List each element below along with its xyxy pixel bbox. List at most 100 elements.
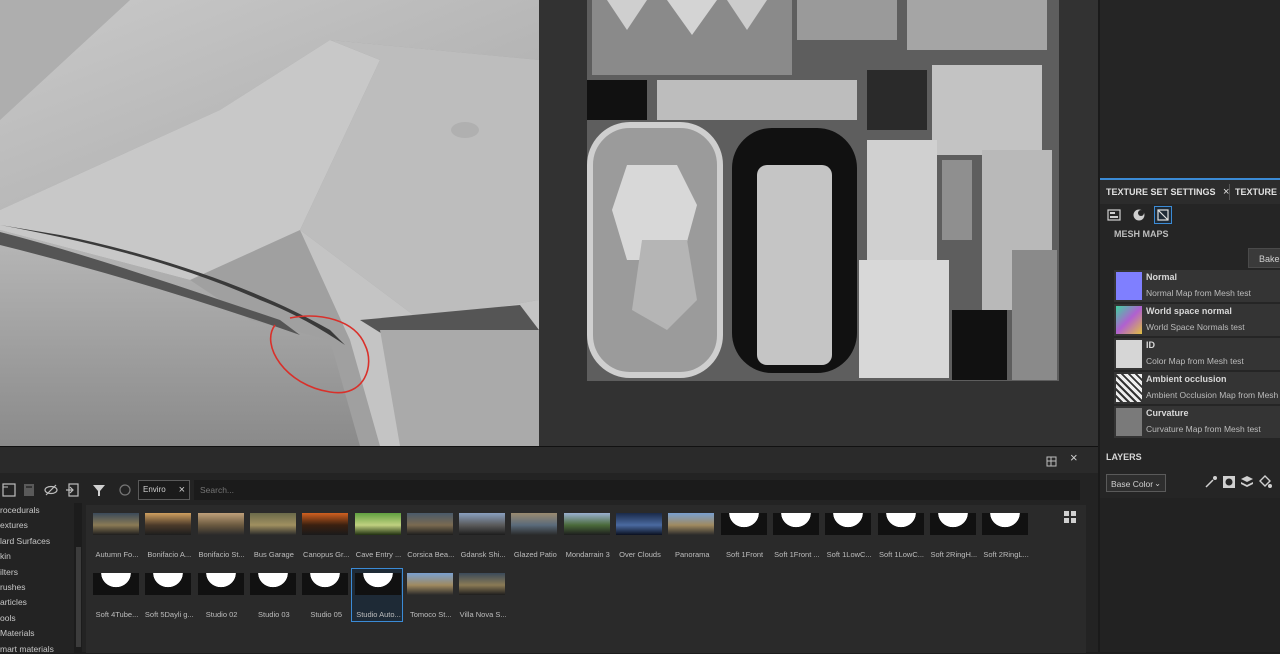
shelf-category-item[interactable]: ools (0, 613, 16, 623)
asset-tile[interactable]: Canopus Gr... (299, 509, 349, 561)
asset-thumbnail (616, 513, 662, 535)
mesh-map-description: Ambient Occlusion Map from Mesh tes (1146, 390, 1280, 400)
filter-icon[interactable] (92, 483, 106, 497)
layers-list[interactable] (1100, 498, 1280, 652)
asset-thumbnail (982, 513, 1029, 535)
shelf-category-item[interactable]: lard Surfaces (0, 536, 50, 546)
shelf-category-item[interactable]: rocedurals (0, 505, 40, 515)
tab-texture-set-list[interactable]: TEXTURE S (1235, 180, 1280, 204)
normal-map-thumbnail (1116, 272, 1142, 300)
asset-thumbnail (563, 513, 610, 535)
asset-tile[interactable]: Soft 4Tube... (90, 569, 140, 621)
add-layer-icon[interactable] (1240, 475, 1254, 494)
asset-tile[interactable]: Soft 1LowC... (822, 509, 872, 561)
shelf-search-field[interactable] (194, 480, 1080, 500)
tab-label: TEXTURE SET SETTINGS (1106, 187, 1216, 197)
asset-tile[interactable]: Studio 05 (299, 569, 349, 621)
asset-thumbnail (249, 573, 296, 595)
asset-thumbnail (354, 513, 401, 535)
asset-tile[interactable]: Soft 1Front (718, 509, 768, 561)
mesh-map-id[interactable]: ID Color Map from Mesh test (1114, 338, 1280, 370)
asset-thumbnail (825, 513, 872, 535)
asset-label: Soft 2RingH... (930, 550, 978, 559)
maximize-icon[interactable] (1046, 454, 1057, 472)
add-effect-icon[interactable] (1204, 475, 1218, 494)
asset-label: Corsica Bea... (407, 550, 455, 559)
asset-tile[interactable]: Gdansk Shi... (456, 509, 506, 561)
tab-label: TEXTURE S (1235, 187, 1280, 197)
mesh-map-description: Curvature Map from Mesh test (1146, 424, 1261, 434)
asset-tile[interactable]: Cave Entry ... (352, 509, 402, 561)
mesh-map-curvature[interactable]: Curvature Curvature Map from Mesh test (1114, 406, 1280, 438)
shelf-category-item[interactable]: rushes (0, 582, 26, 592)
mesh-maps-icon[interactable] (1154, 206, 1172, 224)
asset-label: Canopus Gr... (303, 550, 350, 559)
reset-filter-icon[interactable] (118, 483, 132, 497)
mesh-map-name: ID (1146, 340, 1155, 350)
asset-label: Tomoco St... (409, 610, 452, 619)
asset-tile[interactable]: Villa Nova S... (456, 569, 507, 621)
grid-view-icon[interactable] (1064, 511, 1077, 529)
settings-icon[interactable] (1107, 208, 1121, 222)
right-panel: TEXTURE SET SETTINGS × TEXTURE S MESH MA… (1098, 0, 1280, 652)
asset-tile[interactable]: Soft 2RingL... (979, 509, 1029, 561)
shelf-category-item[interactable]: mart materials (0, 644, 54, 654)
asset-tile[interactable]: Panorama (665, 509, 715, 561)
close-icon[interactable]: × (1070, 450, 1078, 465)
texture-set-tabbar: TEXTURE SET SETTINGS × TEXTURE S (1100, 178, 1280, 204)
shelf-category-item[interactable]: articles (0, 597, 27, 607)
layers-channel-select[interactable]: Base Color ⌄ (1106, 474, 1166, 492)
category-scrollbar-thumb[interactable] (76, 547, 81, 647)
add-mask-icon[interactable] (1222, 475, 1236, 494)
new-folder-icon[interactable] (2, 483, 16, 497)
filter-chip-environment[interactable]: Enviro × (138, 480, 190, 500)
mesh-map-world-space-normal[interactable]: World space normal World Space Normals t… (1114, 304, 1280, 336)
mesh-map-description: World Space Normals test (1146, 322, 1245, 332)
shelf-category-item[interactable]: kin (0, 551, 11, 561)
asset-tile[interactable]: Bonifacio A... (142, 509, 192, 561)
material-sphere-icon[interactable] (1132, 208, 1146, 222)
layers-title: LAYERS (1106, 452, 1142, 462)
save-icon[interactable] (22, 483, 36, 497)
hide-icon[interactable] (44, 483, 58, 497)
asset-label: Studio 05 (310, 610, 343, 619)
mesh-map-normal[interactable]: Normal Normal Map from Mesh test (1114, 270, 1280, 302)
asset-tile[interactable]: Studio 03 (247, 569, 297, 621)
viewport-3d[interactable] (0, 0, 539, 446)
asset-thumbnail (197, 573, 244, 595)
asset-thumbnail (406, 573, 453, 595)
asset-tile[interactable]: Mondarrain 3 (561, 509, 611, 561)
asset-tile[interactable]: Soft 2RingH... (927, 509, 977, 561)
search-input[interactable] (200, 481, 1079, 499)
mesh-map-ambient-occlusion[interactable]: Ambient occlusion Ambient Occlusion Map … (1114, 372, 1280, 404)
asset-tile[interactable]: Soft 1Front ... (770, 509, 820, 561)
asset-tile[interactable]: Corsica Bea... (404, 509, 454, 561)
asset-tile[interactable]: Autumn Fo... (90, 509, 140, 561)
asset-label: Gdansk Shi... (460, 550, 506, 559)
asset-tile[interactable]: Bus Garage (247, 509, 297, 561)
close-icon[interactable]: × (179, 481, 185, 499)
tab-texture-set-settings[interactable]: TEXTURE SET SETTINGS × (1106, 180, 1229, 204)
asset-label: Cave Entry ... (355, 550, 402, 559)
import-icon[interactable] (65, 483, 79, 497)
shelf-panel: × Enviro × rocedurals extures lard Surface… (0, 446, 1098, 654)
shelf-category-item[interactable]: extures (0, 520, 28, 530)
asset-thumbnail (929, 513, 976, 535)
asset-tile[interactable]: Soft 5Dayli g... (142, 569, 194, 621)
asset-label: Studio 02 (205, 610, 238, 619)
asset-tile[interactable]: Glazed Patio (508, 509, 558, 561)
asset-tile[interactable]: Studio Auto... (350, 568, 403, 622)
asset-tile[interactable]: Soft 1LowC... (875, 509, 925, 561)
asset-tile[interactable]: Over Clouds (613, 509, 663, 561)
asset-tile[interactable]: Studio 02 (195, 569, 245, 621)
viewport-2d[interactable] (539, 0, 1098, 446)
shelf-title-bar: × (0, 447, 1098, 473)
asset-tile[interactable]: Tomoco St... (404, 569, 454, 621)
shelf-category-item[interactable]: ilters (0, 567, 18, 577)
bake-mesh-maps-button[interactable]: Bake M (1248, 248, 1280, 268)
ao-map-thumbnail (1116, 374, 1142, 402)
asset-tile[interactable]: Bonifacio St... (195, 509, 245, 561)
shelf-category-item[interactable]: Materials (0, 628, 34, 638)
asset-label: Soft 2RingL... (983, 550, 1029, 559)
add-fill-layer-icon[interactable] (1258, 475, 1272, 494)
